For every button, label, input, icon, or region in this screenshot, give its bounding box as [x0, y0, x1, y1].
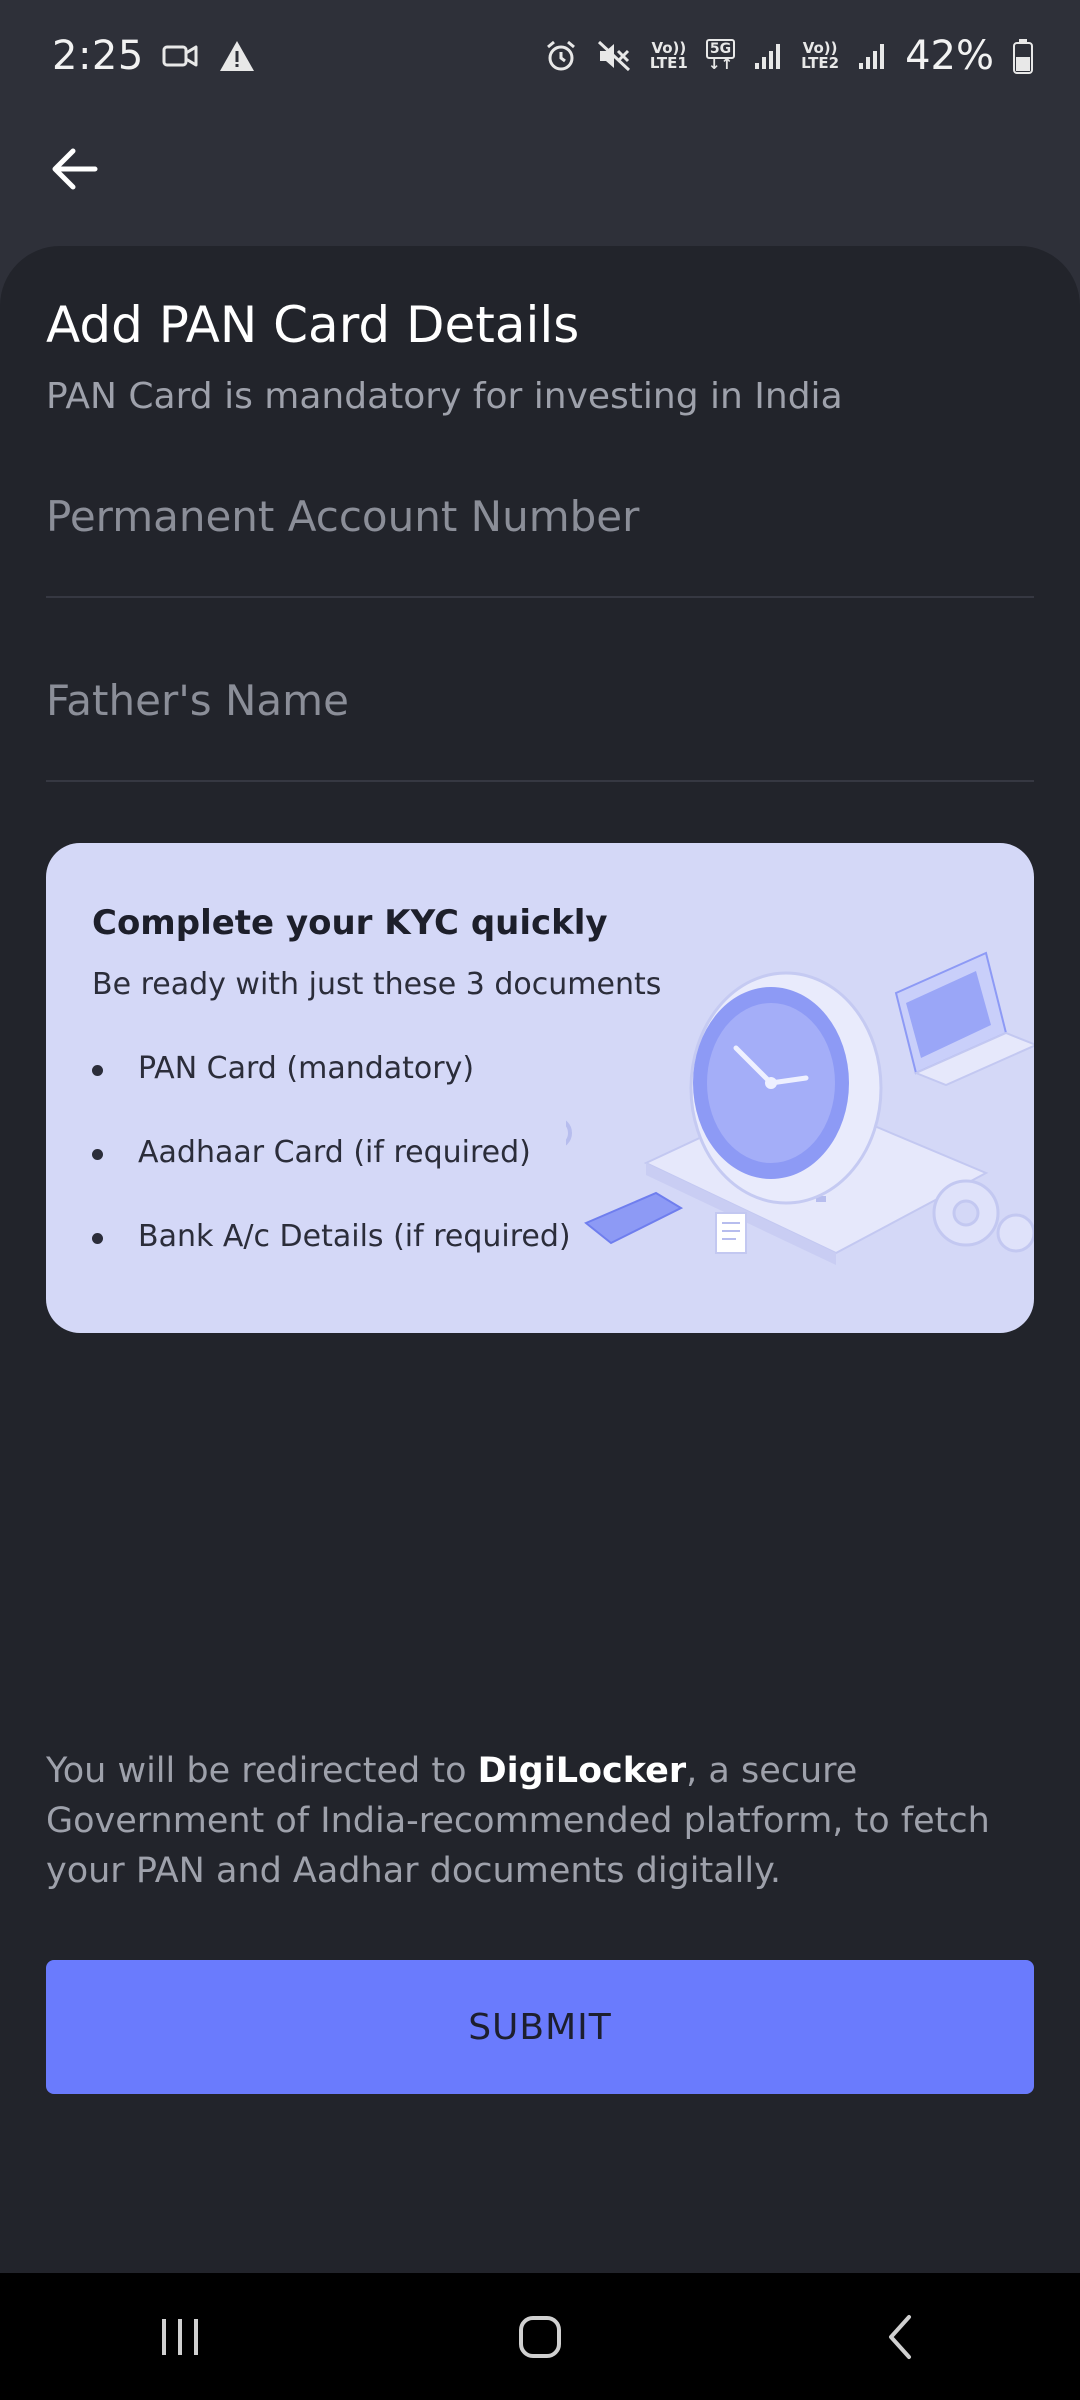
system-nav-bar — [0, 2273, 1080, 2400]
top-bar — [0, 112, 1080, 246]
kyc-info-card: Complete your KYC quickly Be ready with … — [46, 843, 1034, 1333]
sim2-indicator: Vo)) LTE2 — [801, 41, 839, 71]
pan-details-sheet: Add PAN Card Details PAN Card is mandato… — [0, 246, 1080, 2273]
page-title: Add PAN Card Details — [46, 296, 580, 354]
network-5g-indicator: 5G ↓↑ — [705, 38, 736, 72]
network-type-label: 5G — [705, 38, 736, 59]
status-bar: 2:25 Vo)) LTE1 5G ↓↑ Vo)) LTE2 42% — [0, 0, 1080, 112]
sim2-bottom-label: LTE2 — [801, 54, 840, 72]
battery-percentage: 42% — [905, 33, 994, 79]
father-name-field[interactable]: Father's Name — [46, 660, 1034, 782]
alarm-icon — [544, 39, 578, 73]
kyc-document-list: PAN Card (mandatory) Aadhaar Card (if re… — [92, 1051, 571, 1303]
recent-apps-icon — [162, 2318, 198, 2355]
mute-icon — [596, 39, 632, 73]
warning-icon — [218, 39, 256, 73]
father-name-placeholder: Father's Name — [46, 676, 349, 725]
signal-icon — [753, 41, 783, 71]
pan-number-field[interactable]: Permanent Account Number — [46, 476, 1034, 598]
pan-number-placeholder: Permanent Account Number — [46, 492, 640, 541]
kyc-card-subtitle: Be ready with just these 3 documents — [92, 967, 662, 1002]
redirect-prefix: You will be redirected to — [46, 1751, 478, 1791]
back-button[interactable] — [40, 134, 110, 204]
sim1-bottom-label: LTE1 — [649, 54, 688, 72]
system-back-button[interactable] — [840, 2287, 960, 2387]
home-icon — [519, 2315, 561, 2358]
digilocker-brand: DigiLocker — [477, 1751, 687, 1791]
list-item: Aadhaar Card (if required) — [92, 1135, 571, 1219]
signal-icon — [857, 41, 887, 71]
page-subtitle: PAN Card is mandatory for investing in I… — [46, 376, 843, 417]
kyc-card-title: Complete your KYC quickly — [92, 903, 608, 943]
status-bar-right: Vo)) LTE1 5G ↓↑ Vo)) LTE2 42% — [544, 33, 1034, 79]
list-item: PAN Card (mandatory) — [92, 1051, 571, 1135]
back-icon — [889, 2314, 911, 2359]
submit-button[interactable]: SUBMIT — [46, 1960, 1034, 2094]
battery-icon — [1012, 38, 1034, 74]
list-item: Bank A/c Details (if required) — [92, 1219, 571, 1303]
recent-apps-button[interactable] — [120, 2287, 240, 2387]
arrow-left-icon — [52, 148, 98, 190]
video-camera-icon — [162, 41, 200, 71]
digilocker-redirect-note: You will be redirected to DigiLocker, a … — [46, 1746, 1036, 1896]
status-bar-left: 2:25 — [52, 33, 256, 79]
home-button[interactable] — [480, 2287, 600, 2387]
sim1-indicator: Vo)) LTE1 — [650, 41, 688, 71]
status-time: 2:25 — [52, 33, 144, 79]
